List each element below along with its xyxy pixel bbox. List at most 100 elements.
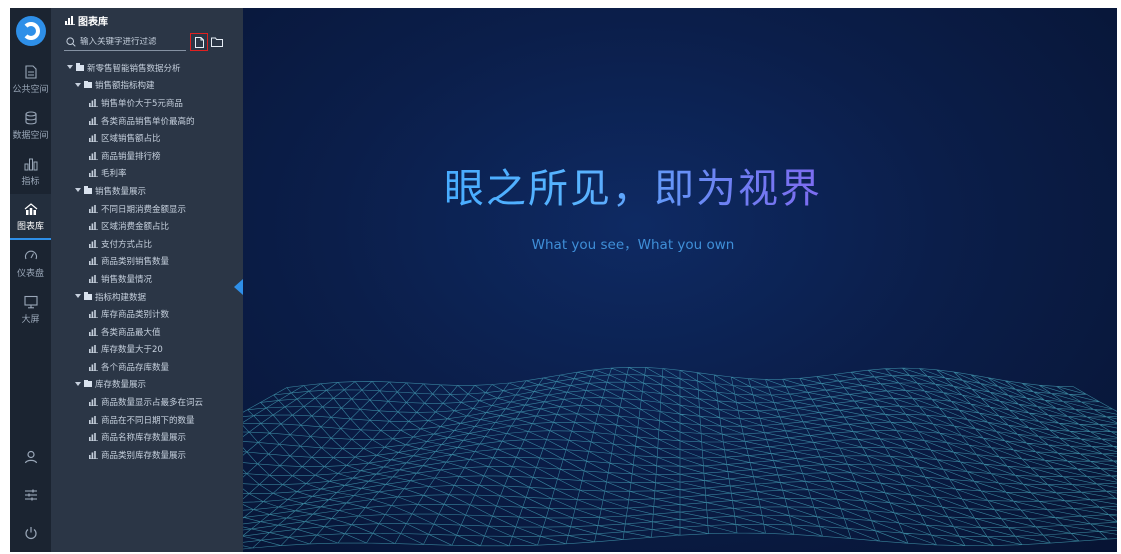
- tree-node-label: 各个商品存库数量: [101, 362, 170, 373]
- tree-node-label: 商品数量显示占最多在词云: [101, 398, 204, 409]
- sliders-icon[interactable]: [10, 476, 51, 514]
- folder-icon: [84, 80, 92, 89]
- collapse-panel-button[interactable]: [234, 279, 243, 295]
- tree-folder[interactable]: 指标构建数据: [51, 288, 243, 306]
- chart-icon: [89, 345, 98, 354]
- tree-chart-item[interactable]: 毛利率: [51, 165, 243, 183]
- hero-subtitle: What you see，What you own: [531, 237, 735, 253]
- new-folder-button[interactable]: [210, 35, 224, 49]
- power-icon[interactable]: [10, 514, 51, 552]
- tree-chart-item[interactable]: 销售数量情况: [51, 270, 243, 288]
- tree-node-label: 商品类别库存数量展示: [101, 450, 187, 461]
- caret-down-icon[interactable]: [75, 82, 81, 88]
- chart-icon: [89, 204, 98, 213]
- tree-chart-item[interactable]: 区域销售额占比: [51, 129, 243, 147]
- chart-icon: [89, 450, 98, 459]
- wave-mesh-graphic: [243, 366, 1117, 550]
- tree-node-label: 区域消费金额占比: [101, 222, 170, 233]
- chart-icon: [89, 222, 98, 231]
- icon-rail: 公共空间数据空间指标图表库仪表盘大屏: [10, 8, 51, 552]
- tree-chart-item[interactable]: 商品名称库存数量展示: [51, 428, 243, 446]
- chart-tree: 新零售智能销售数据分析销售额指标构建销售单价大于5元商品各类商品销售单价最高的区…: [51, 59, 243, 464]
- chart-icon: [89, 274, 98, 283]
- tree-node-label: 区域销售额占比: [101, 134, 161, 145]
- tree-node-label: 各类商品销售单价最高的: [101, 116, 195, 127]
- chart-icon: [89, 433, 98, 442]
- tree-folder[interactable]: 库存数量展示: [51, 376, 243, 394]
- rail-item-label: 指标: [21, 176, 40, 187]
- chart-icon: [89, 327, 98, 336]
- panel-title-text: 图表库: [78, 16, 108, 28]
- tree-chart-item[interactable]: 支付方式占比: [51, 235, 243, 253]
- tree-node-label: 库存数量展示: [95, 380, 147, 391]
- tree-chart-item[interactable]: 各类商品销售单价最高的: [51, 112, 243, 130]
- tree-node-label: 销售单价大于5元商品: [101, 98, 183, 109]
- tree-node-label: 各类商品最大值: [101, 327, 161, 338]
- caret-down-icon[interactable]: [75, 381, 81, 387]
- tree-node-label: 销售数量展示: [95, 186, 147, 197]
- user-icon[interactable]: [10, 438, 51, 476]
- monitor-icon: [23, 294, 38, 310]
- tree-node-label: 指标构建数据: [95, 292, 147, 303]
- caret-down-icon[interactable]: [75, 294, 81, 300]
- tree-folder[interactable]: 销售数量展示: [51, 182, 243, 200]
- tree-chart-item[interactable]: 各类商品最大值: [51, 323, 243, 341]
- tree-chart-item[interactable]: 库存数量大于20: [51, 341, 243, 359]
- chart-icon: [89, 98, 98, 107]
- folder-icon: [76, 63, 84, 71]
- bar-chart-icon: [65, 15, 75, 25]
- caret-down-icon[interactable]: [75, 188, 81, 194]
- folder-icon: [84, 186, 92, 194]
- rail-item-database[interactable]: 数据空间: [10, 102, 51, 148]
- tree-node-label: 毛利率: [101, 169, 127, 180]
- tree-chart-item[interactable]: 商品类别销售数量: [51, 253, 243, 271]
- app-logo[interactable]: [15, 16, 46, 46]
- chart-icon: [89, 151, 98, 160]
- chart-icon: [89, 169, 98, 178]
- tree-chart-item[interactable]: 商品销量排行榜: [51, 147, 243, 165]
- rail-item-label: 仪表盘: [16, 268, 44, 279]
- document-icon: [24, 64, 37, 80]
- database-icon: [24, 110, 37, 126]
- tree-chart-item[interactable]: 各个商品存库数量: [51, 358, 243, 376]
- tree-chart-item[interactable]: 商品数量显示占最多在词云: [51, 393, 243, 411]
- new-file-icon: [194, 36, 204, 48]
- rail-item-label: 大屏: [21, 314, 40, 325]
- tree-chart-item[interactable]: 销售单价大于5元商品: [51, 94, 243, 112]
- panel-title: 图表库: [51, 8, 243, 32]
- chart-icon: [89, 362, 98, 371]
- tree-folder[interactable]: 新零售智能销售数据分析: [51, 59, 243, 77]
- tree-node-label: 商品名称库存数量展示: [101, 433, 187, 444]
- search-field[interactable]: [64, 33, 186, 51]
- rail-item-label: 数据空间: [12, 130, 49, 141]
- tree-chart-item[interactable]: 商品类别库存数量展示: [51, 446, 243, 464]
- chart-icon: [89, 415, 98, 424]
- rail-item-chart-library[interactable]: 图表库: [10, 194, 51, 240]
- tree-node-label: 商品类别销售数量: [101, 257, 170, 268]
- folder-icon: [84, 379, 92, 388]
- tree-node-label: 新零售智能销售数据分析: [87, 63, 181, 74]
- rail-item-monitor[interactable]: 大屏: [10, 286, 51, 332]
- tree-chart-item[interactable]: 库存商品类别计数: [51, 305, 243, 323]
- hero-title: 眼之所见，即为视界: [373, 156, 893, 214]
- folder-icon: [211, 37, 223, 47]
- rail-item-document[interactable]: 公共空间: [10, 56, 51, 102]
- caret-down-icon[interactable]: [67, 65, 73, 71]
- tree-folder[interactable]: 销售额指标构建: [51, 77, 243, 95]
- tree-chart-item[interactable]: 区域消费金额占比: [51, 217, 243, 235]
- chart-library-panel: 图表库 新零售智能销售数据分析销售额指标构建销售单价大于5元商品各类商品销售单价…: [51, 8, 243, 552]
- search-input[interactable]: [80, 36, 180, 47]
- tree-node-label: 商品在不同日期下的数量: [101, 415, 195, 426]
- chart-icon: [89, 134, 98, 143]
- chart-icon: [89, 239, 98, 248]
- rail-item-label: 图表库: [16, 221, 44, 232]
- rail-item-bar-chart[interactable]: 指标: [10, 148, 51, 194]
- tree-chart-item[interactable]: 不同日期消费金额显示: [51, 200, 243, 218]
- tree-node-label: 销售额指标构建: [95, 81, 155, 92]
- rail-item-gauge[interactable]: 仪表盘: [10, 240, 51, 286]
- tree-node-label: 商品销量排行榜: [101, 151, 161, 162]
- tree-node-label: 库存数量大于20: [101, 345, 163, 356]
- tree-chart-item[interactable]: 商品在不同日期下的数量: [51, 411, 243, 429]
- folder-icon: [84, 292, 92, 300]
- new-chart-button[interactable]: [190, 33, 208, 51]
